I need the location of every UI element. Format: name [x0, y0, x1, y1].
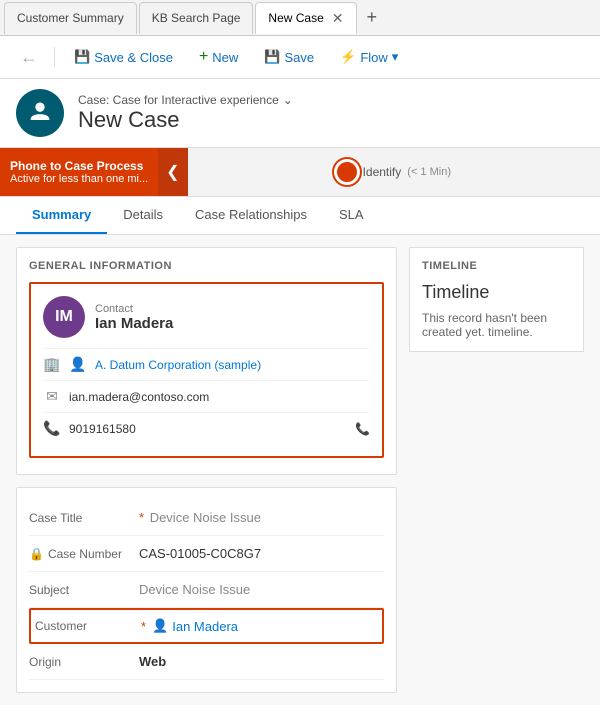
avatar — [16, 89, 64, 137]
case-title-label: Case Title — [29, 511, 139, 525]
flow-icon: ⚡ — [340, 49, 356, 65]
tab-sla[interactable]: SLA — [323, 197, 380, 234]
record-title-area: Case: Case for Interactive experience ⌄ … — [78, 93, 293, 133]
bpf-label: Phone to Case Process Active for less th… — [0, 148, 158, 196]
customer-required-star: * — [141, 619, 146, 634]
record-name: New Case — [78, 107, 293, 133]
save-icon: 💾 — [264, 49, 280, 65]
nav-tabs: Summary Details Case Relationships SLA — [0, 197, 600, 235]
required-star: * — [139, 510, 144, 525]
back-button[interactable]: ← — [12, 47, 46, 68]
contact-company-row: 🏢 👤 A. Datum Corporation (sample) — [43, 348, 370, 380]
toolbar-separator-1 — [54, 47, 55, 67]
subject-row: Subject Device Noise Issue — [29, 572, 384, 608]
contact-icon: 👤 — [69, 356, 87, 373]
tab-customer-summary[interactable]: Customer Summary — [4, 2, 137, 34]
tab-close-icon[interactable]: ✕ — [332, 10, 344, 27]
contact-card: IM Contact Ian Madera 🏢 👤 A. Datum Corpo… — [29, 282, 384, 458]
save-close-icon: 💾 — [74, 49, 90, 65]
browser-tabs: Customer Summary KB Search Page New Case… — [0, 0, 600, 36]
case-title-row: Case Title * Device Noise Issue — [29, 500, 384, 536]
new-button[interactable]: + New — [188, 42, 249, 72]
general-info-card: GENERAL INFORMATION IM Contact Ian Mader… — [16, 247, 397, 475]
customer-label: Customer — [31, 619, 141, 633]
lock-icon: 🔒 — [29, 547, 44, 561]
bpf-bar: Phone to Case Process Active for less th… — [0, 147, 600, 197]
entity-chevron-icon[interactable]: ⌄ — [283, 93, 293, 107]
contact-phone-row: 📞 9019161580 📞 — [43, 412, 370, 444]
new-icon: + — [199, 48, 208, 66]
bpf-stages: Identify (< 1 Min) — [188, 148, 600, 196]
contact-header-row: IM Contact Ian Madera — [43, 296, 370, 338]
left-panel: GENERAL INFORMATION IM Contact Ian Mader… — [16, 247, 397, 693]
email-icon: ✉ — [43, 388, 61, 405]
company-icon: 🏢 — [43, 356, 61, 373]
timeline-empty-message: This record hasn't been created yet. tim… — [422, 311, 571, 339]
timeline-card: TIMELINE Timeline This record hasn't bee… — [409, 247, 584, 352]
tab-kb-search-page[interactable]: KB Search Page — [139, 2, 254, 34]
subject-value: Device Noise Issue — [139, 582, 384, 597]
tab-case-relationships[interactable]: Case Relationships — [179, 197, 323, 234]
bpf-stage-identify: Identify (< 1 Min) — [337, 162, 451, 182]
toolbar: ← 💾 Save & Close + New 💾 Save ⚡ Flow ▾ — [0, 36, 600, 79]
record-header: Case: Case for Interactive experience ⌄ … — [0, 79, 600, 147]
customer-link-icon: 👤 — [152, 618, 168, 634]
contact-avatar: IM — [43, 296, 85, 338]
origin-value: Web — [139, 654, 384, 669]
subject-label: Subject — [29, 583, 139, 597]
tab-new-case[interactable]: New Case ✕ — [255, 2, 356, 34]
case-form-card: Case Title * Device Noise Issue 🔒 Case N… — [16, 487, 397, 693]
tab-summary[interactable]: Summary — [16, 197, 107, 234]
contact-email-row: ✉ ian.madera@contoso.com — [43, 380, 370, 412]
save-close-button[interactable]: 💾 Save & Close — [63, 43, 184, 71]
record-entity: Case: Case for Interactive experience ⌄ — [78, 93, 293, 107]
case-title-value: * Device Noise Issue — [139, 510, 384, 525]
case-number-row: 🔒 Case Number CAS-01005-C0C8G7 — [29, 536, 384, 572]
flow-chevron-icon: ▾ — [392, 49, 399, 65]
customer-value[interactable]: * 👤 Ian Madera — [141, 618, 382, 634]
contact-info: Contact Ian Madera — [95, 303, 370, 332]
customer-row: Customer * 👤 Ian Madera — [29, 608, 384, 644]
timeline-section-title: TIMELINE — [422, 260, 571, 272]
origin-row: Origin Web — [29, 644, 384, 680]
timeline-title: Timeline — [422, 282, 571, 303]
phone-icon: 📞 — [43, 420, 61, 437]
add-tab-button[interactable]: + — [359, 7, 386, 28]
tab-details[interactable]: Details — [107, 197, 179, 234]
company-link[interactable]: A. Datum Corporation (sample) — [95, 358, 261, 372]
flow-button[interactable]: ⚡ Flow ▾ — [329, 43, 409, 71]
origin-label: Origin — [29, 655, 139, 669]
right-panel: TIMELINE Timeline This record hasn't bee… — [409, 247, 584, 693]
bpf-collapse-button[interactable]: ❮ — [158, 148, 187, 196]
case-number-label: 🔒 Case Number — [29, 547, 139, 561]
phone-dial-icon[interactable]: 📞 — [355, 422, 370, 436]
general-info-title: GENERAL INFORMATION — [29, 260, 384, 272]
case-number-value: CAS-01005-C0C8G7 — [139, 546, 384, 561]
main-content: GENERAL INFORMATION IM Contact Ian Mader… — [0, 235, 600, 705]
save-button[interactable]: 💾 Save — [253, 43, 325, 71]
bpf-dot-identify — [337, 162, 357, 182]
